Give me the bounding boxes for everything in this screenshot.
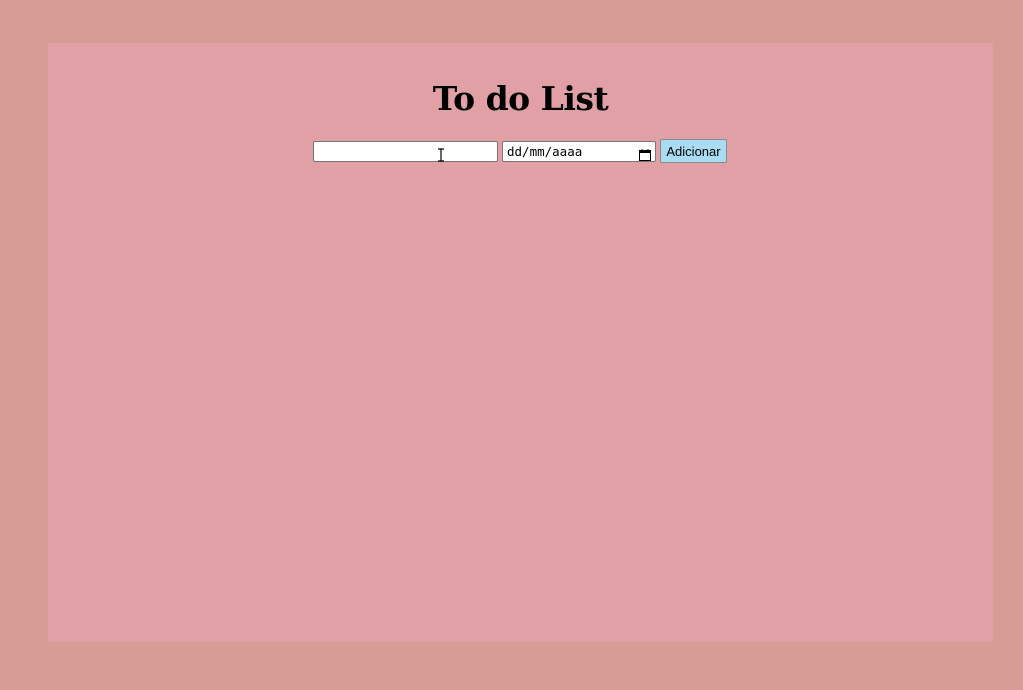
- calendar-icon[interactable]: [639, 146, 651, 161]
- page-title: To do List: [432, 79, 609, 118]
- task-input[interactable]: [313, 141, 498, 162]
- text-cursor-icon: [437, 147, 445, 162]
- date-input[interactable]: dd/mm/aaaa: [502, 141, 656, 162]
- date-placeholder: dd/mm/aaaa: [507, 144, 583, 159]
- add-button[interactable]: Adicionar: [660, 139, 727, 163]
- todo-panel: To do List dd/mm/aaaa Adicionar: [48, 43, 993, 642]
